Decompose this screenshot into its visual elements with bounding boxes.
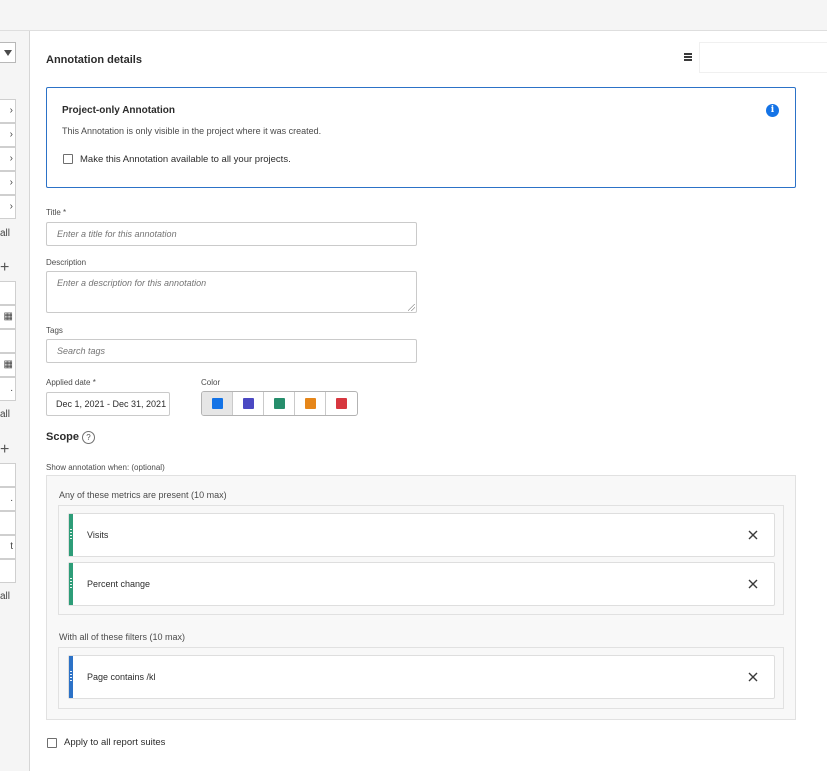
scope-subtitle: Show annotation when: (optional) [46,463,165,472]
apply-all-report-suites-checkbox[interactable] [47,738,57,748]
chevron-right-icon: › [9,129,13,140]
all-projects-checkbox[interactable] [63,154,73,164]
metric-pill-label: Percent change [87,579,151,589]
filter-pill-label: Page contains /kl [87,672,156,682]
color-chip [305,398,316,409]
applied-date-input[interactable]: Dec 1, 2021 - Dec 31, 2021 [46,392,170,416]
help-icon[interactable]: ? [82,431,95,444]
rail-show-all-link[interactable]: all [0,591,10,603]
chevron-right-icon: › [9,153,13,164]
tags-label: Tags [46,326,63,335]
metric-pill[interactable]: Visits [68,513,775,557]
rail-row[interactable] [0,559,16,583]
rail-row[interactable]: t [0,535,16,559]
rail-row[interactable] [0,281,16,305]
project-only-info-box: Project-only Annotation This Annotation … [46,87,796,188]
rail-row[interactable]: › [0,123,16,147]
apply-all-report-suites-label[interactable]: Apply to all report suites [64,737,165,748]
ellipsis-icon: . [10,383,13,394]
info-icon[interactable]: i [766,104,779,117]
rail-row[interactable]: ▦ [0,305,16,329]
drag-handle-icon[interactable] [69,514,73,556]
color-swatch-blue[interactable] [202,392,233,415]
rail-show-all-link[interactable]: all [0,228,10,240]
title-input[interactable]: Enter a title for this annotation [46,222,417,246]
description-textarea[interactable]: Enter a description for this annotation [46,271,417,313]
close-icon[interactable] [748,530,758,540]
rail-row-text: t [10,541,13,552]
resize-grip-icon[interactable] [408,304,415,311]
filter-pill[interactable]: Page contains /kl [68,655,775,699]
rail-show-all-link[interactable]: all [0,409,10,421]
info-text: This Annotation is only visible in the p… [62,126,322,136]
rail-row[interactable]: › [0,195,16,219]
applied-date-label: Applied date * [46,378,96,387]
top-bar [0,0,827,31]
color-swatch-orange[interactable] [295,392,326,415]
rail-row[interactable] [0,329,16,353]
rail-row[interactable]: . [0,487,16,511]
drag-handle-icon[interactable] [69,563,73,605]
rail-row[interactable]: . [0,377,16,401]
top-search-field[interactable] [699,42,827,73]
color-swatch-red[interactable] [326,392,357,415]
plus-icon[interactable]: + [0,442,9,458]
color-chip [274,398,285,409]
rail-row[interactable]: ▦ [0,353,16,377]
rail-row[interactable]: › [0,171,16,195]
calculator-icon: ▦ [3,311,13,322]
scope-box: Any of these metrics are present (10 max… [46,475,796,720]
title-label: Title * [46,208,67,217]
plus-icon[interactable]: + [0,260,9,276]
chevron-right-icon: › [9,201,13,212]
color-chip [336,398,347,409]
metric-pill-label: Visits [87,530,109,540]
chevron-right-icon: › [9,177,13,188]
rail-row[interactable]: › [0,147,16,171]
metric-pill[interactable]: Percent change [68,562,775,606]
info-title: Project-only Annotation [62,105,175,116]
filters-dropzone[interactable]: Page contains /kl [58,647,784,709]
left-rail: › › › › › all + ▦ ▦ . all + . t all [0,31,30,771]
calculator-icon: ▦ [3,359,13,370]
scope-title: Scope [46,431,80,443]
color-swatch-group [201,391,358,416]
metrics-group-label: Any of these metrics are present (10 max… [59,490,227,500]
close-icon[interactable] [748,579,758,589]
color-chip [243,398,254,409]
rail-row[interactable] [0,463,16,487]
filters-group-label: With all of these filters (10 max) [59,632,186,642]
panel-title: Annotation details [46,54,142,66]
description-label: Description [46,258,87,267]
rail-dropdown[interactable] [0,42,16,63]
color-label: Color [201,378,221,387]
description-placeholder: Enter a description for this annotation [57,278,207,288]
color-swatch-indigo[interactable] [233,392,264,415]
color-swatch-green[interactable] [264,392,295,415]
stack-icon[interactable] [682,51,694,63]
close-icon[interactable] [748,672,758,682]
color-chip [212,398,223,409]
rail-row[interactable] [0,511,16,535]
metrics-dropzone[interactable]: Visits Percent change [58,505,784,615]
chevron-right-icon: › [9,105,13,116]
all-projects-checkbox-label[interactable]: Make this Annotation available to all yo… [80,154,291,165]
tags-input[interactable]: Search tags [46,339,417,363]
rail-row[interactable]: › [0,99,16,123]
ellipsis-icon: . [10,493,13,504]
drag-handle-icon[interactable] [69,656,73,698]
annotation-details-panel: Annotation details Project-only Annotati… [31,31,827,771]
